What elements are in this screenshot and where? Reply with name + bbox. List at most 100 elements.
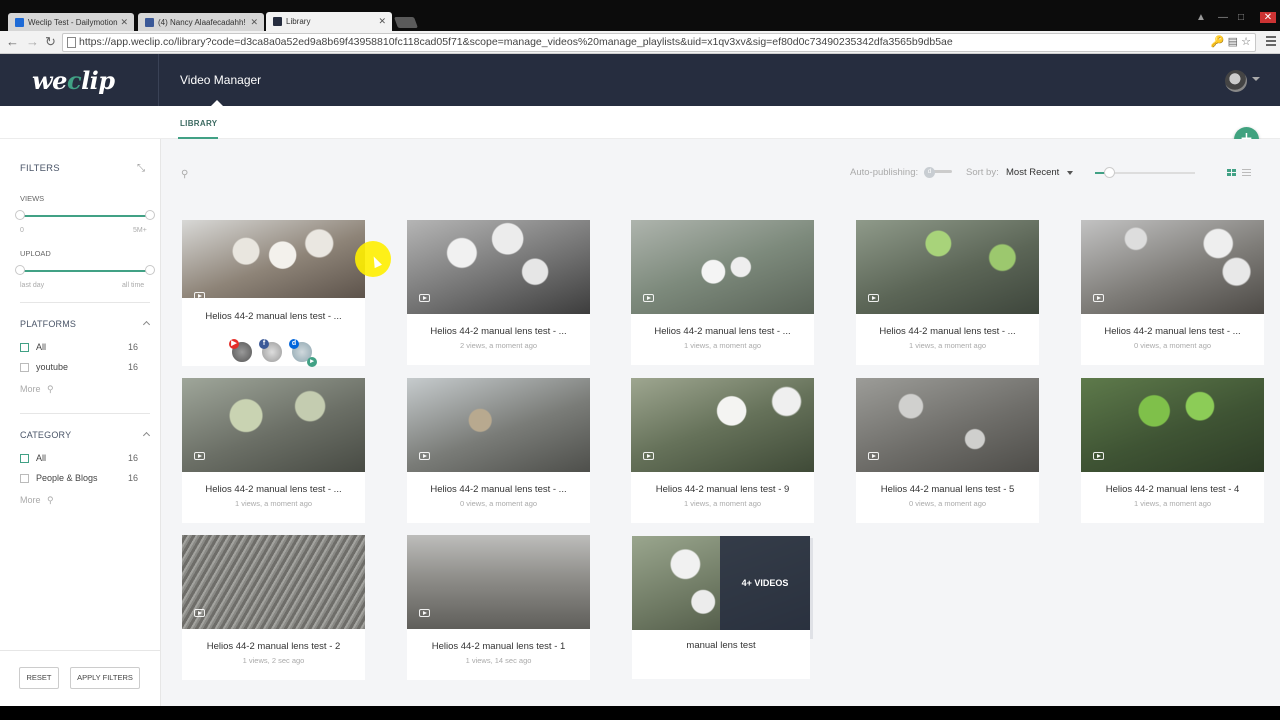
close-icon[interactable]: ✕ — [120, 17, 128, 28]
list-view-icon[interactable] — [1242, 169, 1251, 178]
video-card[interactable]: Helios 44-2 manual lens test - ... 2 vie… — [407, 220, 590, 365]
platforms-more-link[interactable]: More ⚲ — [20, 384, 54, 395]
close-icon[interactable]: ✕ — [250, 17, 258, 28]
video-card[interactable]: Helios 44-2 manual lens test - ... ▶ f d… — [182, 220, 365, 367]
page-title[interactable]: Video Manager — [180, 73, 261, 87]
video-title[interactable]: Helios 44-2 manual lens test - ... — [631, 326, 814, 337]
search-icon[interactable]: ⚲ — [181, 169, 188, 180]
category-filter-people-blogs[interactable]: People & Blogs 16 — [20, 473, 138, 485]
weclip-logo[interactable]: weclip — [32, 66, 115, 95]
minimize-icon[interactable]: — — [1218, 12, 1228, 23]
video-card[interactable]: Helios 44-2 manual lens test - ... 1 vie… — [631, 220, 814, 365]
video-thumbnail[interactable] — [407, 535, 590, 629]
video-icon — [643, 452, 654, 460]
video-thumbnail[interactable] — [856, 378, 1039, 472]
video-title[interactable]: Helios 44-2 manual lens test - 2 — [182, 641, 365, 652]
checkbox[interactable] — [20, 454, 29, 463]
video-card[interactable]: Helios 44-2 manual lens test - ... 1 vie… — [182, 378, 365, 523]
tab-library[interactable]: LIBRARY — [180, 119, 217, 128]
slider-handle[interactable] — [1104, 167, 1115, 178]
video-title[interactable]: Helios 44-2 manual lens test - ... — [182, 311, 365, 322]
chevron-down-icon[interactable] — [1067, 171, 1073, 175]
new-tab-button[interactable] — [393, 17, 419, 28]
views-slider-min-handle[interactable] — [15, 210, 25, 220]
video-thumbnail[interactable] — [631, 378, 814, 472]
video-thumbnail[interactable] — [631, 220, 814, 314]
video-card[interactable]: Helios 44-2 manual lens test - 9 1 views… — [631, 378, 814, 523]
browser-tab-library[interactable]: Library ✕ — [266, 12, 392, 31]
video-card[interactable]: Helios 44-2 manual lens test - ... 0 vie… — [1081, 220, 1264, 365]
close-window-icon[interactable]: ✕ — [1260, 12, 1276, 23]
avatar: ▶ — [229, 339, 254, 364]
close-icon[interactable]: ✕ — [378, 16, 386, 27]
sort-select[interactable]: Most Recent — [1006, 167, 1059, 178]
views-slider-max-handle[interactable] — [145, 210, 155, 220]
video-title[interactable]: Helios 44-2 manual lens test - ... — [856, 326, 1039, 337]
playlist-card[interactable]: 4+ VIDEOS manual lens test — [632, 536, 813, 679]
grid-view-icon[interactable] — [1227, 169, 1236, 177]
maximize-icon[interactable]: □ — [1238, 12, 1244, 23]
video-card[interactable]: Helios 44-2 manual lens test - 5 0 views… — [856, 378, 1039, 523]
tab-label: (4) Nancy Alaafecadahh! — [158, 17, 246, 27]
category-more-link[interactable]: More ⚲ — [20, 495, 54, 506]
video-card[interactable]: Helios 44-2 manual lens test - 1 1 views… — [407, 535, 590, 680]
video-title[interactable]: Helios 44-2 manual lens test - ... — [407, 326, 590, 337]
video-title[interactable]: Helios 44-2 manual lens test - 1 — [407, 641, 590, 652]
video-title[interactable]: Helios 44-2 manual lens test - 4 — [1081, 484, 1264, 495]
collapse-icon[interactable]: ⤡ — [137, 163, 145, 174]
auto-publishing-toggle[interactable]: d — [924, 167, 952, 178]
video-meta: 1 views, a moment ago — [234, 499, 313, 508]
video-thumbnail[interactable] — [407, 220, 590, 314]
url-field[interactable]: https://app.weclip.co/library?code=d3ca8… — [62, 33, 1256, 52]
logo-text: lip — [81, 66, 115, 95]
reload-icon[interactable]: ↻ — [45, 35, 56, 49]
video-thumbnail[interactable] — [407, 378, 590, 472]
views-slider[interactable] — [20, 215, 150, 217]
browser-tab-facebook[interactable]: (4) Nancy Alaafecadahh! ✕ — [138, 13, 264, 31]
video-title[interactable]: Helios 44-2 manual lens test - 5 — [856, 484, 1039, 495]
playlist-title[interactable]: manual lens test — [632, 640, 810, 651]
video-title[interactable]: Helios 44-2 manual lens test - ... — [407, 484, 590, 495]
video-thumbnail[interactable] — [182, 378, 365, 472]
video-card[interactable]: Helios 44-2 manual lens test - 2 1 views… — [182, 535, 365, 680]
tab-label: Library — [286, 17, 311, 26]
video-card[interactable]: Helios 44-2 manual lens test - ... 1 vie… — [856, 220, 1039, 365]
video-card[interactable]: Helios 44-2 manual lens test - 4 1 views… — [1081, 378, 1264, 523]
views-max: 5M+ — [133, 227, 147, 234]
video-title[interactable]: Helios 44-2 manual lens test - ... — [182, 484, 365, 495]
back-icon[interactable]: ← — [6, 35, 19, 49]
dailymotion-icon — [15, 17, 24, 27]
platform-filter-youtube[interactable]: youtube 16 — [20, 362, 138, 374]
reset-button[interactable]: RESET — [19, 667, 59, 689]
upload-slider-min-handle[interactable] — [15, 265, 25, 275]
checkbox[interactable] — [20, 474, 29, 483]
checkbox[interactable] — [20, 363, 29, 372]
count: 16 — [127, 362, 138, 372]
chevron-up-icon[interactable] — [142, 431, 151, 440]
chevron-up-icon[interactable] — [142, 320, 151, 329]
video-thumbnail[interactable] — [182, 535, 365, 629]
video-thumbnail[interactable] — [1081, 220, 1264, 314]
video-thumbnail[interactable] — [856, 220, 1039, 314]
browser-menu-icon[interactable] — [1266, 36, 1276, 48]
bookmark-star-icon[interactable]: 🔑 ▤ ☆ — [1211, 34, 1251, 51]
filters-title: FILTERS — [20, 163, 60, 174]
video-card[interactable]: Helios 44-2 manual lens test - ... 0 vie… — [407, 378, 590, 523]
video-thumbnail[interactable] — [1081, 378, 1264, 472]
avatar[interactable] — [1225, 70, 1247, 92]
video-meta: 1 views, a moment ago — [683, 499, 762, 508]
browser-tab-dailymotion[interactable]: Weclip Test - Dailymotion ✕ — [8, 13, 134, 31]
video-icon — [194, 292, 205, 298]
apply-filters-button[interactable]: APPLY FILTERS — [70, 667, 140, 689]
video-title[interactable]: Helios 44-2 manual lens test - ... — [1081, 326, 1264, 337]
upload-slider-max-handle[interactable] — [145, 265, 155, 275]
chevron-down-icon[interactable] — [1252, 77, 1260, 81]
upload-slider[interactable] — [20, 270, 150, 272]
checkbox[interactable] — [20, 343, 29, 352]
video-thumbnail[interactable] — [182, 220, 365, 298]
profile-icon[interactable]: ▲ — [1196, 12, 1206, 23]
forward-icon[interactable]: → — [26, 35, 39, 49]
video-title[interactable]: Helios 44-2 manual lens test - 9 — [631, 484, 814, 495]
platform-filter-all[interactable]: All 16 — [20, 342, 138, 354]
category-filter-all[interactable]: All 16 — [20, 453, 138, 465]
